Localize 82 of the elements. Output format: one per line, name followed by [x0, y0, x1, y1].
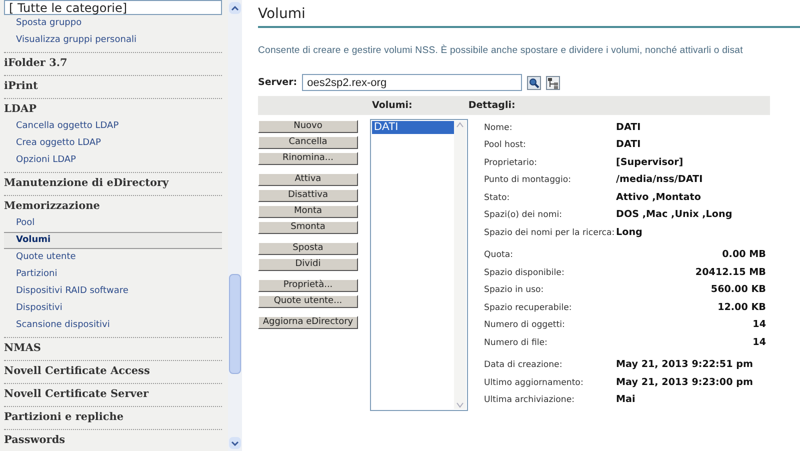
detail-label: Nome:	[484, 122, 514, 135]
detail-value: May 21, 2013 9:23:00 pm	[616, 376, 754, 390]
detail-label: Numero di file:	[484, 336, 548, 350]
detail-value: Attivo ,Montato	[616, 190, 702, 205]
detail-value: 20412.15 MB	[694, 266, 766, 280]
sidebar-link[interactable]: Volumi	[4, 232, 222, 249]
volume-listbox[interactable]: DATI	[370, 119, 468, 412]
category-header[interactable]: Partizioni e repliche	[4, 407, 222, 426]
detail-label: Punto di montaggio:	[484, 174, 572, 188]
detail-label: Spazio recuperabile:	[484, 302, 573, 315]
detail-value: 14	[752, 336, 766, 350]
action-button[interactable]: Nuovo	[258, 120, 358, 134]
page-description: Consente di creare e gestire volumi NSS. È possibile anche spostare e dividere i volumi, nonché attivarli o disat	[258, 44, 744, 58]
object-browser-icon[interactable]	[546, 76, 560, 90]
sidebar-link[interactable]: Partizioni	[4, 266, 222, 283]
sidebar-link[interactable]: Opzioni LDAP	[4, 152, 222, 169]
action-button[interactable]: Rinomina...	[258, 152, 358, 166]
detail-value: [Supervisor]	[616, 156, 684, 170]
category-header[interactable]: iFolder 3.7	[4, 53, 222, 72]
detail-label: Spazio in uso:	[484, 284, 545, 298]
category-header[interactable]: Novell Certificate Access	[4, 361, 222, 380]
detail-value: 0.00 MB	[721, 248, 766, 262]
category-header[interactable]: iPrint	[4, 76, 222, 95]
sidebar-link[interactable]: Dispositivi	[4, 300, 222, 317]
action-button[interactable]: Smonta	[258, 221, 358, 234]
sidebar-link[interactable]: Quote utente	[4, 249, 222, 266]
detail-label: Spazio dei nomi per la ricerca:	[484, 226, 616, 240]
category-header[interactable]: LDAP	[4, 99, 222, 118]
detail-label: Numero di oggetti:	[484, 319, 566, 332]
detail-label: Spazi(o) dei nomi:	[484, 209, 563, 222]
action-button[interactable]: Sposta	[258, 242, 358, 256]
scroll-up-icon	[229, 2, 241, 14]
action-button[interactable]: Monta	[258, 205, 358, 218]
scroll-up-icon	[456, 121, 464, 130]
column-header: Volumi:	[372, 98, 412, 113]
detail-label: Ultimo aggiornamento:	[484, 376, 584, 390]
action-button[interactable]: Quote utente...	[258, 295, 358, 308]
action-button[interactable]: Attiva	[258, 173, 358, 186]
detail-value: Long	[616, 226, 644, 240]
sidebar-link[interactable]: Cancella oggetto LDAP	[4, 118, 222, 135]
sidebar-link[interactable]: Crea oggetto LDAP	[4, 135, 222, 152]
action-button[interactable]: Dividi	[258, 258, 358, 272]
category-header[interactable]: NMAS	[4, 338, 222, 357]
category-header[interactable]: Manutenzione di eDirectory	[4, 173, 222, 192]
server-field[interactable]: oes2sp2.rex-org	[302, 74, 522, 92]
detail-label: Proprietario:	[484, 156, 538, 170]
detail-value: May 21, 2013 9:22:51 pm	[616, 358, 754, 372]
sidebar-link[interactable]: Dispositivi RAID software	[4, 283, 222, 300]
category-header[interactable]: Novell Certificate Server	[4, 384, 222, 403]
detail-value: Mai	[616, 393, 636, 408]
sidebar-link[interactable]: Scansione dispositivi	[4, 317, 222, 334]
search-icon[interactable]	[527, 76, 542, 90]
sidebar-link[interactable]: Sposta gruppo	[4, 15, 222, 32]
detail-value: 14	[752, 318, 766, 332]
detail-value: DATI	[616, 120, 642, 135]
scroll-down-icon	[229, 437, 241, 449]
volume-item[interactable]: DATI	[372, 121, 454, 134]
column-header: Dettagli:	[468, 98, 516, 113]
detail-label: Stato:	[484, 192, 511, 205]
page-title: Volumi	[258, 4, 800, 28]
detail-label: Quota:	[484, 249, 514, 262]
detail-value: DOS ,Mac ,Unix ,Long	[616, 208, 734, 222]
detail-value: 560.00 KB	[710, 283, 766, 298]
action-button[interactable]: Disattiva	[258, 189, 358, 202]
detail-value: 12.00 KB	[716, 300, 766, 315]
category-header[interactable]: Passwords	[4, 430, 222, 449]
category-header[interactable]: Memorizzazione	[4, 196, 222, 215]
detail-label: Data di creazione:	[484, 359, 564, 372]
action-button[interactable]: Proprietà...	[258, 279, 358, 292]
detail-label: Ultima archiviazione:	[484, 394, 576, 408]
detail-label: Pool host:	[484, 139, 527, 152]
scroll-down-icon	[456, 401, 464, 410]
category-select[interactable]: [ Tutte le categorie]	[4, 0, 222, 15]
sidebar-scrollbar[interactable]	[228, 0, 242, 451]
action-button[interactable]: Cancella	[258, 136, 358, 150]
detail-label: Spazio disponibile:	[484, 266, 566, 280]
server-label: Server:	[258, 76, 298, 90]
sidebar-link[interactable]: Pool	[4, 215, 222, 232]
detail-value: DATI	[616, 138, 642, 152]
detail-value: /media/nss/DATI	[616, 173, 704, 188]
action-button[interactable]: Aggiorna eDirectory	[258, 316, 358, 330]
sidebar-link[interactable]: Visualizza gruppi personali	[4, 32, 222, 49]
